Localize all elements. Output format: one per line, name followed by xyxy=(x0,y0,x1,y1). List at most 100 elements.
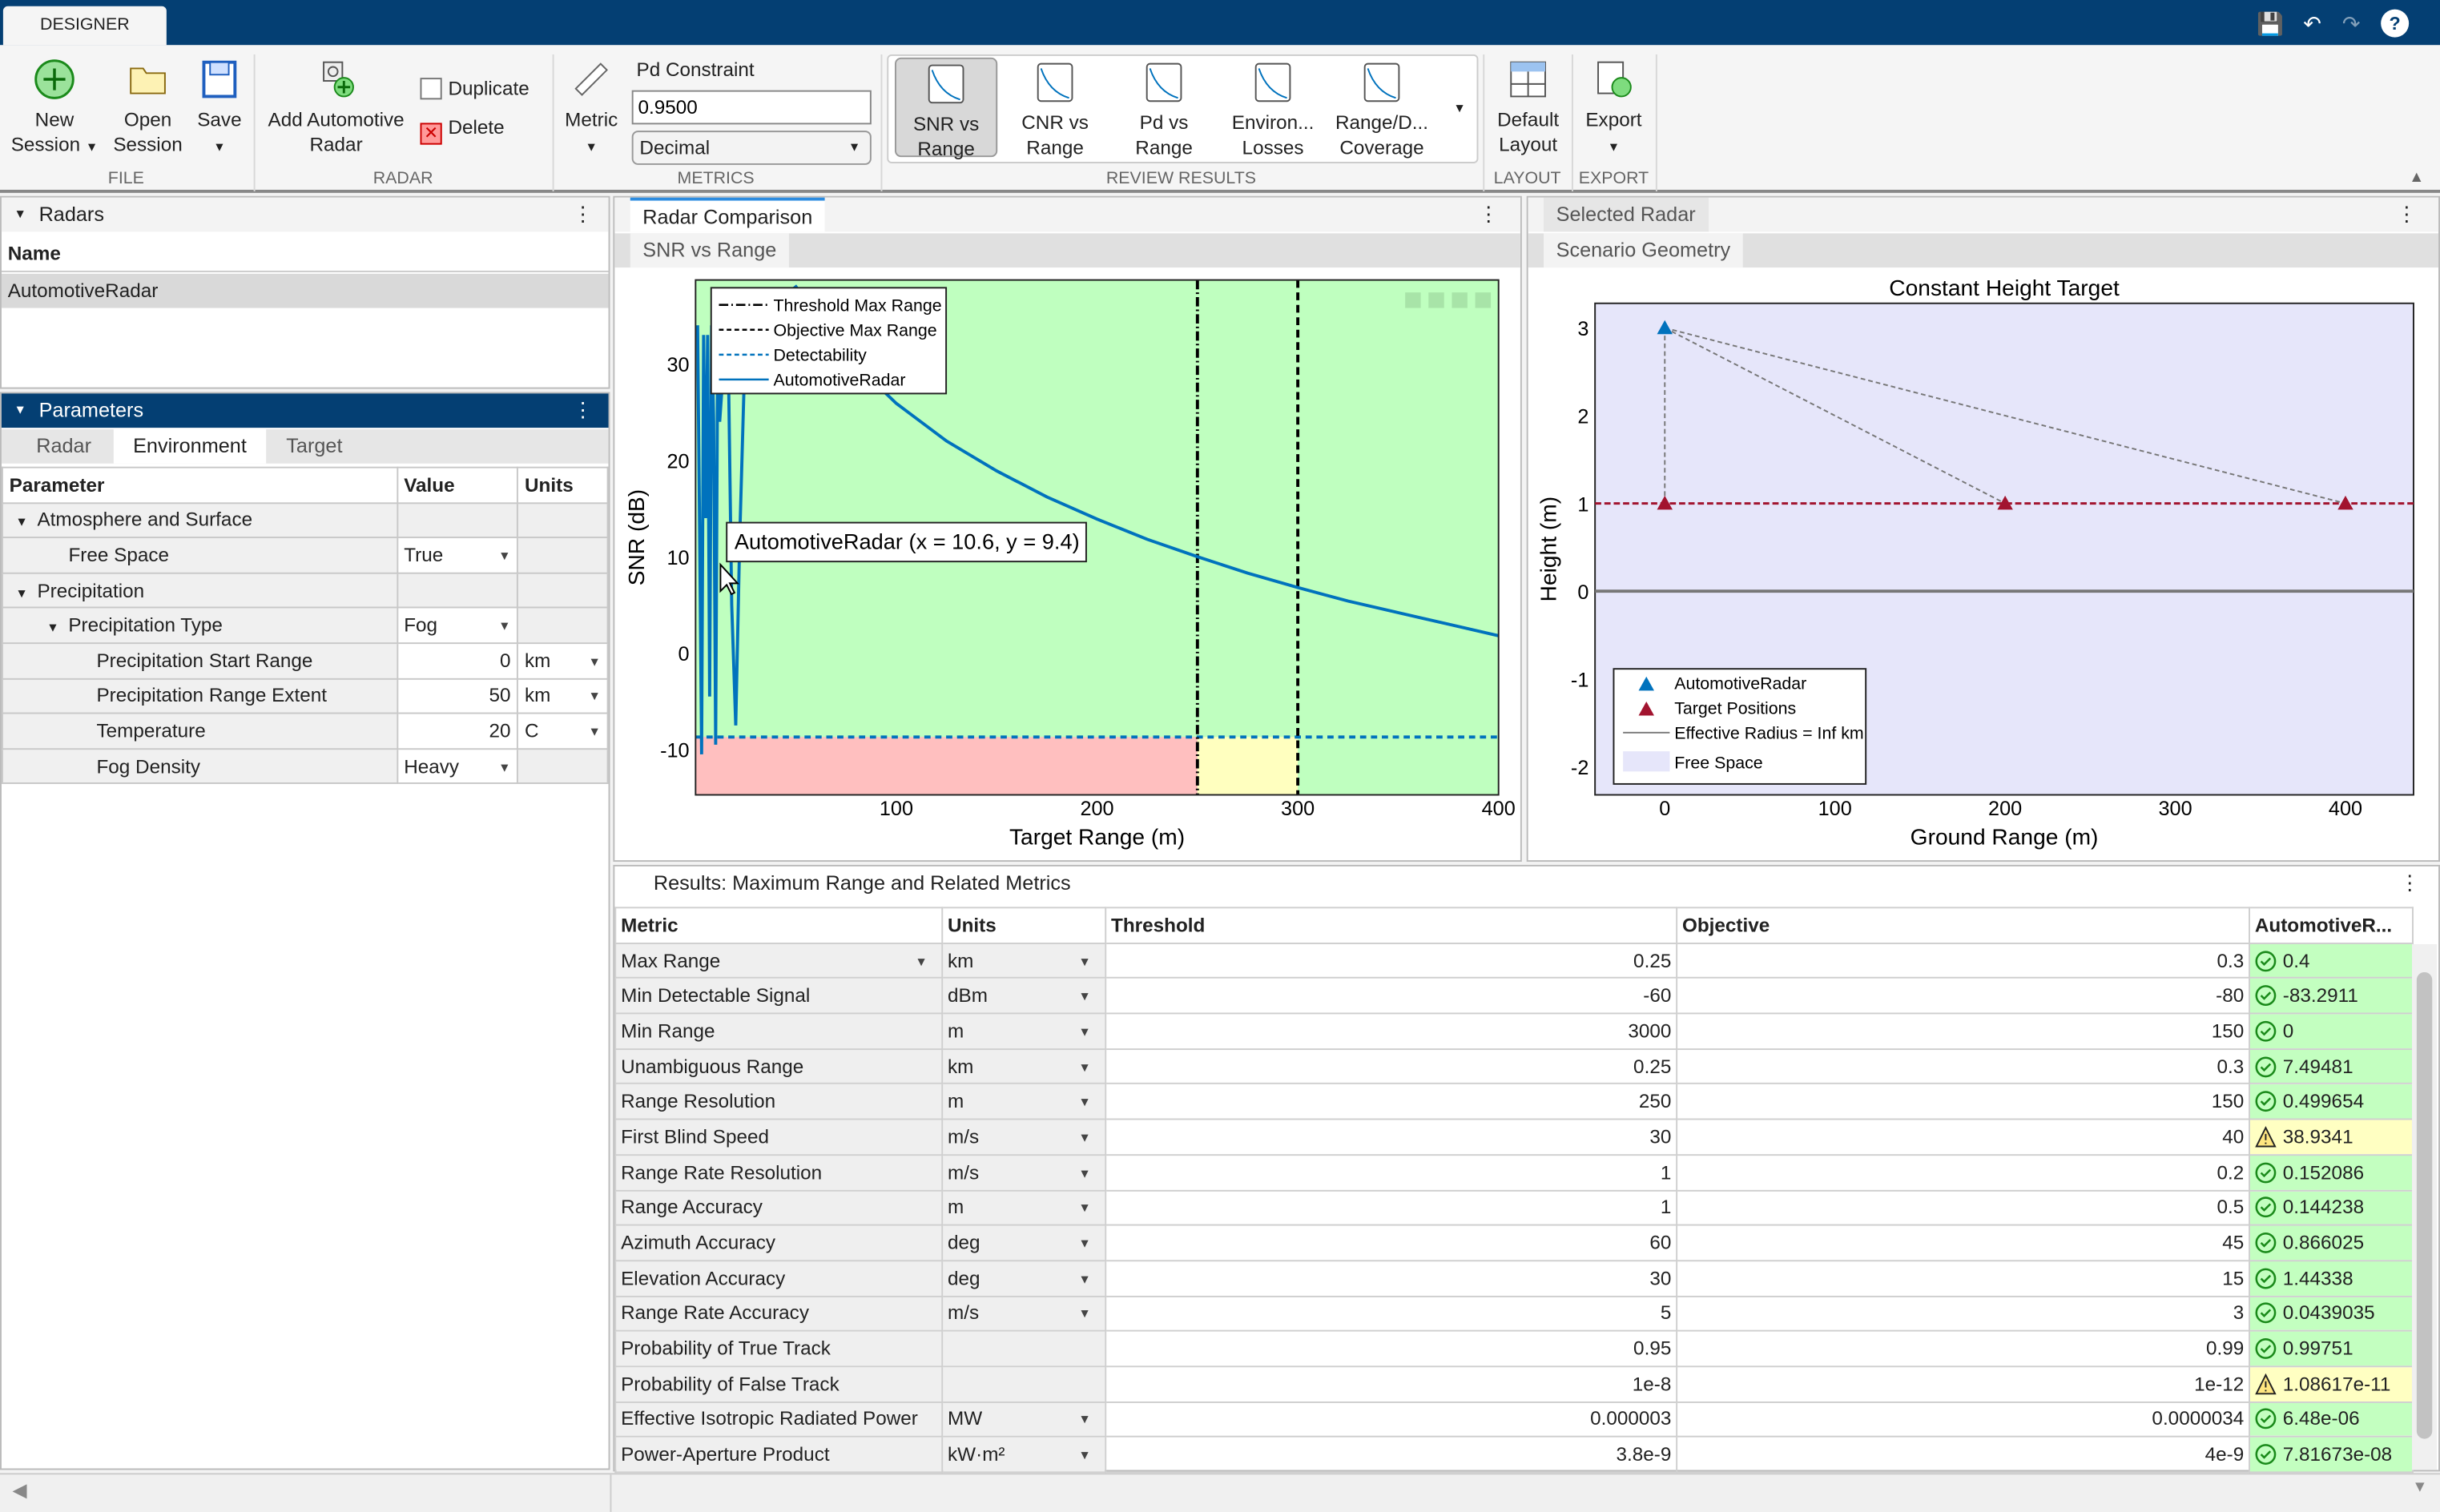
hand-axes-toolbar-icon[interactable] xyxy=(1405,292,1421,308)
between-region xyxy=(1197,737,1299,795)
legend-axes-toolbar-icon[interactable] xyxy=(1475,292,1492,308)
units-cell[interactable]: MW ▼ xyxy=(941,1401,1107,1438)
threshold-cell[interactable]: 0.25 xyxy=(1105,942,1678,979)
threshold-cell[interactable]: 250 xyxy=(1105,1083,1678,1120)
objective-cell[interactable]: 0.99 xyxy=(1676,1330,2250,1368)
check-circle-icon xyxy=(2255,1233,2277,1253)
threshold-cell[interactable]: 0.25 xyxy=(1105,1048,1678,1085)
metric-cell: Range Resolution xyxy=(614,1083,944,1120)
threshold-cell[interactable]: 1 xyxy=(1105,1188,1678,1226)
check-circle-icon xyxy=(2255,1338,2277,1360)
units-cell[interactable]: km ▼ xyxy=(941,1048,1107,1085)
results-row: Probability of False Track 1e-8 1e-12 1.… xyxy=(614,1365,2414,1403)
y-tick-label: -10 xyxy=(660,740,690,762)
objective-cell[interactable]: 40 xyxy=(1676,1118,2250,1156)
result-cell: 0.4 xyxy=(2249,942,2414,979)
column-header[interactable]: AutomotiveR... xyxy=(2249,907,2414,944)
threshold-cell[interactable]: 30 xyxy=(1105,1118,1678,1156)
threshold-cell[interactable]: -60 xyxy=(1105,977,1678,1015)
results-row: Probability of True Track 0.95 0.99 0.99… xyxy=(614,1330,2414,1368)
column-header[interactable]: Objective xyxy=(1676,907,2250,944)
threshold-cell[interactable]: 1 xyxy=(1105,1153,1678,1191)
metric-cell: Range Rate Accuracy xyxy=(614,1295,944,1333)
threshold-cell[interactable]: 1e-8 xyxy=(1105,1365,1678,1403)
objective-cell[interactable]: 150 xyxy=(1676,1083,2250,1120)
chevron-down-icon: ▼ xyxy=(1078,1201,1091,1216)
objective-cell[interactable]: 0.5 xyxy=(1676,1188,2250,1226)
objective-cell[interactable]: 0.3 xyxy=(1676,1048,2250,1085)
units-cell[interactable]: deg ▼ xyxy=(941,1260,1107,1297)
objective-cell[interactable]: 45 xyxy=(1676,1224,2250,1261)
objective-cell[interactable]: 1e-12 xyxy=(1676,1365,2250,1403)
objective-cell[interactable]: 4e-9 xyxy=(1676,1436,2250,1474)
chevron-down-icon: ▼ xyxy=(1078,1448,1091,1463)
units-cell[interactable]: m ▼ xyxy=(941,1188,1107,1226)
zoom-axes-toolbar-icon[interactable] xyxy=(1428,292,1444,308)
units-cell[interactable]: dBm ▼ xyxy=(941,977,1107,1015)
threshold-cell[interactable]: 3.8e-9 xyxy=(1105,1436,1678,1474)
x-axis-label: Target Range (m) xyxy=(1009,825,1185,850)
metric-cell: Min Range xyxy=(614,1012,944,1050)
metric-cell: Probability of True Track xyxy=(614,1330,944,1368)
result-cell: 38.9341 xyxy=(2249,1118,2414,1156)
units-cell[interactable]: m/s ▼ xyxy=(941,1118,1107,1156)
objective-cell[interactable]: 15 xyxy=(1676,1260,2250,1297)
threshold-cell[interactable]: 0.000003 xyxy=(1105,1401,1678,1438)
x-tick-label: 300 xyxy=(2158,798,2192,820)
chevron-down-icon: ▼ xyxy=(1078,1166,1091,1180)
results-table: Metric Units Threshold Objective AutomotiveR… xyxy=(614,907,2414,1474)
metric-cell: Power-Aperture Product xyxy=(614,1436,944,1474)
units-cell[interactable]: m/s ▼ xyxy=(941,1295,1107,1333)
units-cell[interactable]: m/s ▼ xyxy=(941,1153,1107,1191)
results-scrollbar[interactable] xyxy=(2412,943,2438,1470)
check-circle-icon xyxy=(2255,1056,2277,1077)
objective-cell[interactable]: 0.0000034 xyxy=(1676,1401,2250,1438)
check-circle-icon xyxy=(2255,1303,2277,1325)
units-cell[interactable]: km ▼ xyxy=(941,942,1107,979)
result-cell: 1.44338 xyxy=(2249,1260,2414,1297)
column-header[interactable]: Units xyxy=(941,907,1107,944)
threshold-cell[interactable]: 60 xyxy=(1105,1224,1678,1261)
y-axis-label: SNR (dB) xyxy=(624,489,649,585)
column-header[interactable]: Metric xyxy=(614,907,944,944)
units-cell[interactable]: m ▼ xyxy=(941,1012,1107,1050)
objective-cell[interactable]: 3 xyxy=(1676,1295,2250,1333)
threshold-cell[interactable]: 5 xyxy=(1105,1295,1678,1333)
check-circle-icon xyxy=(2255,1409,2277,1430)
threshold-cell[interactable]: 30 xyxy=(1105,1260,1678,1297)
legend-swatch xyxy=(1623,751,1670,772)
results-header-row: Metric Units Threshold Objective AutomotiveR… xyxy=(614,907,2414,944)
more-options-icon[interactable]: ⋮ xyxy=(2399,871,2419,896)
objective-cell[interactable]: -80 xyxy=(1676,977,2250,1015)
threshold-cell[interactable]: 3000 xyxy=(1105,1012,1678,1050)
units-cell[interactable]: m ▼ xyxy=(941,1083,1107,1120)
metric-cell[interactable]: Max Range ▼ xyxy=(614,942,944,979)
scrollbar-thumb[interactable] xyxy=(2416,971,2433,1439)
y-tick-label: 2 xyxy=(1577,406,1588,428)
objective-cell[interactable]: 0.3 xyxy=(1676,942,2250,979)
result-cell: 0.866025 xyxy=(2249,1224,2414,1261)
collapse-bottom-icon[interactable]: ▼ xyxy=(2412,1479,2427,1496)
units-cell[interactable]: kW·m² ▼ xyxy=(941,1436,1107,1474)
objective-cell[interactable]: 150 xyxy=(1676,1012,2250,1050)
check-circle-icon xyxy=(2255,1268,2277,1289)
home-axes-toolbar-icon[interactable] xyxy=(1452,292,1468,308)
metric-cell: Min Detectable Signal xyxy=(614,977,944,1015)
warning-triangle-icon xyxy=(2255,1126,2277,1148)
y-tick-label: 0 xyxy=(1577,581,1588,604)
column-header[interactable]: Threshold xyxy=(1105,907,1678,944)
y-tick-label: -1 xyxy=(1571,670,1588,692)
legend-entry: AutomotiveRadar xyxy=(1674,674,1806,693)
y-tick-label: 30 xyxy=(666,354,689,376)
x-tick-label: 400 xyxy=(1482,798,1516,820)
chevron-down-icon: ▼ xyxy=(1078,1413,1091,1427)
objective-cell[interactable]: 0.2 xyxy=(1676,1153,2250,1191)
result-cell: 0.499654 xyxy=(2249,1083,2414,1120)
units-cell[interactable]: deg ▼ xyxy=(941,1224,1107,1261)
legend-entry: AutomotiveRadar xyxy=(773,371,905,390)
collapse-left-icon[interactable]: ◀ xyxy=(13,1479,27,1501)
results-row: Max Range ▼ km ▼ 0.25 0.3 0.4 xyxy=(614,942,2414,979)
threshold-cell[interactable]: 0.95 xyxy=(1105,1330,1678,1368)
result-cell: 0.152086 xyxy=(2249,1153,2414,1191)
warning-triangle-icon xyxy=(2255,1373,2277,1394)
